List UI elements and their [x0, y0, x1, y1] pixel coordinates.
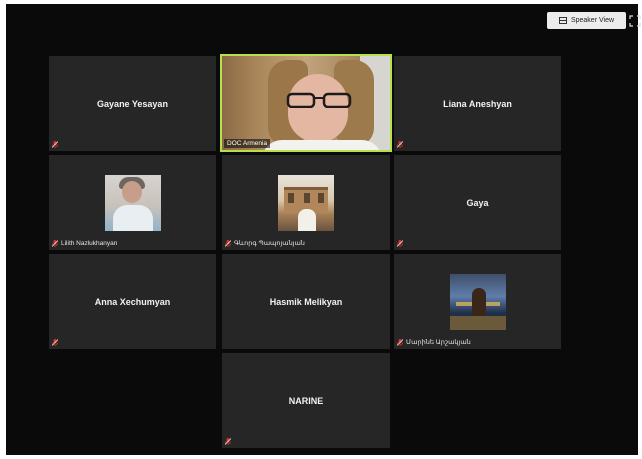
avatar — [278, 175, 334, 231]
participant-name: Liana Aneshyan — [443, 98, 512, 109]
participant-video — [222, 56, 390, 150]
active-speaker-tile[interactable]: DOC Armenia — [220, 54, 392, 152]
muted-mic-icon — [397, 338, 403, 346]
participant-name: Lilith Nazlukhanyan — [61, 240, 118, 247]
speaker-view-label: Speaker View — [570, 17, 615, 24]
participant-name: Գևորգ Պապոյանյան — [234, 240, 305, 247]
muted-mic-icon — [225, 239, 231, 247]
participant-name: Մարինե Արշակյան — [406, 339, 471, 346]
muted-mic-icon — [52, 141, 58, 148]
zoom-meeting-window: Speaker View Gayane Yesayan DOC Armenia … — [6, 4, 641, 455]
participant-name: DOC Armenia — [224, 139, 271, 148]
participant-name: Gaya — [466, 197, 489, 208]
speaker-view-button[interactable]: Speaker View — [547, 12, 626, 29]
glasses-icon — [286, 92, 352, 108]
participant-tile[interactable]: Hasmik Melikyan — [222, 254, 390, 349]
muted-mic-icon — [52, 339, 58, 346]
avatar — [449, 274, 506, 330]
participant-tile[interactable]: Lilith Nazlukhanyan — [49, 155, 216, 250]
muted-mic-icon — [397, 240, 403, 247]
muted-mic-icon — [397, 141, 403, 148]
participant-name: Gayane Yesayan — [97, 98, 168, 109]
muted-mic-icon — [52, 240, 58, 247]
participant-name: Hasmik Melikyan — [269, 296, 343, 307]
muted-mic-icon — [225, 438, 231, 445]
fullscreen-icon[interactable] — [629, 14, 641, 27]
participant-tile[interactable]: Anna Xechumyan — [49, 254, 216, 349]
participant-tile[interactable]: Gayane Yesayan — [49, 56, 216, 151]
participant-tile[interactable]: Գևորգ Պապոյանյան — [222, 155, 390, 250]
participant-tile[interactable]: Gaya — [394, 155, 561, 250]
speaker-view-icon — [558, 17, 567, 24]
avatar — [104, 175, 161, 231]
participant-tile[interactable]: Մարինե Արշակյան — [394, 254, 561, 349]
participant-tile[interactable]: NARINE — [222, 353, 390, 448]
participant-name: Anna Xechumyan — [94, 296, 171, 307]
participant-tile[interactable]: Liana Aneshyan — [394, 56, 561, 151]
participant-name: NARINE — [288, 395, 324, 406]
